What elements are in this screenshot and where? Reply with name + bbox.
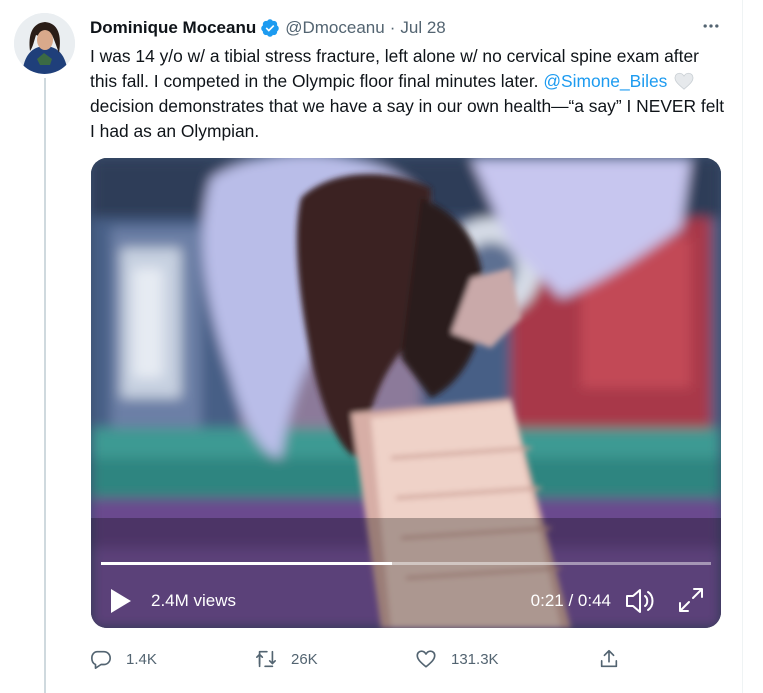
reply-button[interactable]: 1.4K [90,644,157,674]
more-horizontal-icon [703,24,719,28]
tweet-text: I was 14 y/o w/ a tibial stress fracture… [90,44,730,144]
video-time: 0:21 / 0:44 [530,591,611,610]
verified-badge-icon [261,19,279,37]
retweet-button[interactable]: 26K [255,644,318,674]
tweet-text-part2: decision demonstrates that we have a say… [90,96,725,141]
author-name[interactable]: Dominique Moceanu [90,18,256,38]
avatar-photo [14,13,75,74]
fullscreen-icon[interactable] [677,586,705,614]
video-progress-fill [101,562,392,565]
share-button[interactable] [598,644,634,674]
view-count: 2.4M views [151,591,237,610]
tweet-actions: 1.4K 26K 131.3K [90,644,730,674]
more-options-button[interactable] [698,14,724,38]
video-progress-bar[interactable] [101,562,711,565]
mention-link[interactable]: @Simone_Biles [543,71,667,91]
heart-icon [416,650,436,668]
tweet-date[interactable]: Jul 28 [400,18,445,38]
video-controls: 2.4M views 0:21 / 0:44 [91,578,721,628]
reply-icon [91,650,111,669]
video-frame [91,158,721,628]
header-separator: · [389,18,396,37]
timeline-border [742,0,743,693]
volume-muted-icon[interactable] [624,586,656,616]
reply-count: 1.4K [126,650,157,668]
like-button[interactable]: 131.3K [415,644,499,674]
thread-line [44,78,46,693]
author-handle[interactable]: @Dmoceanu [285,18,384,38]
video-player[interactable]: 2.4M views 0:21 / 0:44 [91,158,721,628]
like-count: 131.3K [451,650,499,668]
tweet-header: Dominique Moceanu @Dmoceanu · Jul 28 [90,16,446,40]
avatar[interactable] [14,13,75,74]
share-icon [600,649,618,668]
play-icon[interactable] [109,588,133,614]
white-heart-emoji-icon [674,72,694,90]
retweet-icon [256,650,276,668]
retweet-count: 26K [291,650,318,668]
